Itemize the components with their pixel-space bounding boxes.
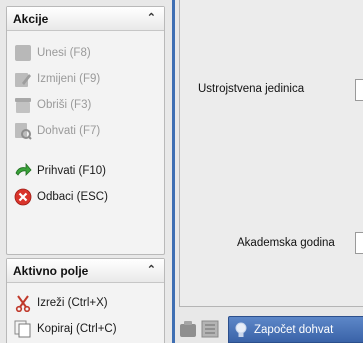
- bulb-icon: [235, 322, 247, 337]
- left-sidebar: Akcije ⌃ Unesi (F8) Izmijeni (F9) Obriši…: [0, 0, 172, 343]
- main-area: Ustrojstvena jedinica Akademska godina Z…: [175, 0, 363, 343]
- org-unit-label: Ustrojstvena jedinica: [198, 83, 305, 95]
- fetch-button-label: Dohvati (F7): [37, 125, 101, 137]
- cut-button-label: Izreži (Ctrl+X): [37, 297, 108, 309]
- add-record-icon: [15, 45, 31, 61]
- cut-button[interactable]: Izreži (Ctrl+X): [14, 293, 162, 313]
- delete-icon: [15, 98, 31, 113]
- edit-button-label: Izmijeni (F9): [37, 73, 101, 85]
- accept-button[interactable]: Prihvati (F10): [14, 161, 162, 181]
- cancel-button-label: Odbaci (ESC): [37, 191, 108, 203]
- insert-button[interactable]: Unesi (F8): [14, 43, 162, 63]
- cancel-button[interactable]: Odbaci (ESC): [14, 187, 162, 207]
- academic-year-label: Akademska godina: [237, 237, 335, 249]
- edit-icon: [15, 73, 31, 87]
- fetch-icon: [15, 123, 32, 140]
- actions-panel: Akcije ⌃ Unesi (F8) Izmijeni (F9) Obriši…: [6, 6, 165, 255]
- record-icon[interactable]: [179, 320, 197, 338]
- insert-button-label: Unesi (F8): [37, 47, 91, 59]
- active-field-panel: Aktivno polje ⌃ Izreži (Ctrl+X) Kopiraj …: [6, 258, 165, 343]
- start-fetch-label: Započet dohvat: [254, 323, 334, 336]
- org-unit-field[interactable]: [355, 79, 363, 101]
- copy-icon: [14, 320, 31, 338]
- copy-button[interactable]: Kopiraj (Ctrl+C): [14, 319, 162, 339]
- accept-arrow-icon: [15, 162, 32, 176]
- list-icon[interactable]: [201, 320, 219, 338]
- copy-button-label: Kopiraj (Ctrl+C): [37, 323, 117, 335]
- delete-button-label: Obriši (F3): [37, 99, 92, 111]
- bottom-toolbar: Započet dohvat: [179, 315, 363, 343]
- form-panel: Ustrojstvena jedinica Akademska godina: [179, 0, 363, 307]
- edit-button[interactable]: Izmijeni (F9): [14, 69, 162, 89]
- actions-panel-title: Akcije: [13, 11, 49, 26]
- delete-button[interactable]: Obriši (F3): [14, 95, 162, 115]
- cancel-icon: [14, 188, 32, 206]
- double-chevron-up-icon[interactable]: ⌃: [147, 13, 156, 24]
- active-field-panel-title: Aktivno polje: [13, 263, 89, 278]
- scissors-icon: [15, 295, 31, 312]
- accept-button-label: Prihvati (F10): [37, 165, 107, 177]
- double-chevron-up-icon[interactable]: ⌃: [147, 265, 156, 276]
- start-fetch-button[interactable]: Započet dohvat: [228, 316, 363, 343]
- actions-panel-header[interactable]: Akcije ⌃: [7, 7, 164, 31]
- fetch-button[interactable]: Dohvati (F7): [14, 121, 162, 141]
- active-field-panel-header[interactable]: Aktivno polje ⌃: [7, 259, 164, 283]
- academic-year-field[interactable]: [355, 232, 363, 254]
